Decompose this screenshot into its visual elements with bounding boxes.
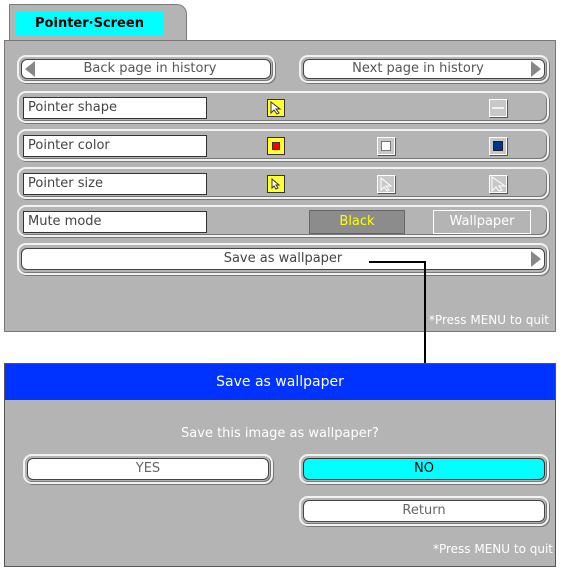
pointer-size-small-option[interactable] bbox=[267, 175, 285, 193]
pointer-color-label: Pointer color bbox=[23, 135, 207, 157]
large-pointer-icon bbox=[491, 176, 507, 193]
pointer-shape-bar-option[interactable] bbox=[489, 99, 507, 117]
connector-line-vertical bbox=[424, 261, 426, 363]
pointer-size-medium-option[interactable] bbox=[377, 175, 395, 193]
pointer-screen-tab[interactable]: Pointer·Screen bbox=[9, 4, 187, 41]
press-menu-hint: *Press MENU to quit bbox=[428, 313, 549, 327]
next-page-button[interactable]: Next page in history bbox=[299, 55, 549, 83]
pointer-shape-arrow-option[interactable] bbox=[267, 99, 285, 117]
connector-line-horizontal bbox=[369, 261, 425, 263]
back-page-button[interactable]: Back page in history bbox=[17, 55, 275, 83]
save-arrow-icon bbox=[531, 251, 541, 267]
no-button[interactable]: NO bbox=[299, 454, 549, 484]
mute-wallpaper-button[interactable]: Wallpaper bbox=[433, 210, 531, 234]
pointer-shape-label: Pointer shape bbox=[23, 97, 207, 119]
mute-mode-row: Mute mode Black Wallpaper bbox=[17, 205, 549, 237]
back-page-label: Back page in history bbox=[83, 61, 217, 76]
mute-mode-label: Mute mode bbox=[23, 211, 207, 233]
medium-pointer-icon bbox=[380, 176, 393, 192]
save-as-wallpaper-button[interactable]: Save as wallpaper bbox=[17, 243, 549, 275]
pointer-size-label: Pointer size bbox=[23, 173, 207, 195]
pointer-color-red-option[interactable] bbox=[267, 137, 285, 155]
red-color-icon bbox=[272, 142, 280, 150]
small-pointer-icon bbox=[271, 177, 281, 190]
white-color-icon bbox=[381, 141, 391, 151]
save-as-wallpaper-label: Save as wallpaper bbox=[223, 251, 343, 266]
no-label: NO bbox=[414, 461, 434, 476]
mute-black-button[interactable]: Black bbox=[309, 210, 405, 234]
next-page-label: Next page in history bbox=[352, 61, 484, 76]
blue-color-icon bbox=[493, 141, 503, 151]
pointer-size-large-option[interactable] bbox=[489, 175, 507, 193]
pointer-color-white-option[interactable] bbox=[377, 137, 395, 155]
pointer-screen-panel: Back page in history Next page in histor… bbox=[4, 40, 556, 332]
pointer-size-row: Pointer size bbox=[17, 167, 549, 199]
return-button[interactable]: Return bbox=[299, 496, 549, 526]
pointer-shape-row: Pointer shape bbox=[17, 91, 549, 123]
yes-button[interactable]: YES bbox=[23, 454, 273, 484]
return-label: Return bbox=[402, 503, 446, 518]
save-wallpaper-dialog: Save as wallpaper Save this image as wal… bbox=[4, 363, 556, 567]
bar-pointer-icon bbox=[492, 107, 504, 109]
dialog-question: Save this image as wallpaper? bbox=[181, 426, 379, 441]
arrow-pointer-icon bbox=[270, 100, 282, 115]
dialog-press-menu-hint: *Press MENU to quit bbox=[432, 542, 553, 556]
back-arrow-icon bbox=[25, 61, 35, 77]
dialog-title: Save as wallpaper bbox=[5, 364, 555, 400]
tab-label: Pointer·Screen bbox=[15, 11, 164, 36]
pointer-color-row: Pointer color bbox=[17, 129, 549, 161]
yes-label: YES bbox=[135, 461, 161, 476]
pointer-color-blue-option[interactable] bbox=[489, 137, 507, 155]
next-arrow-icon bbox=[531, 61, 541, 77]
